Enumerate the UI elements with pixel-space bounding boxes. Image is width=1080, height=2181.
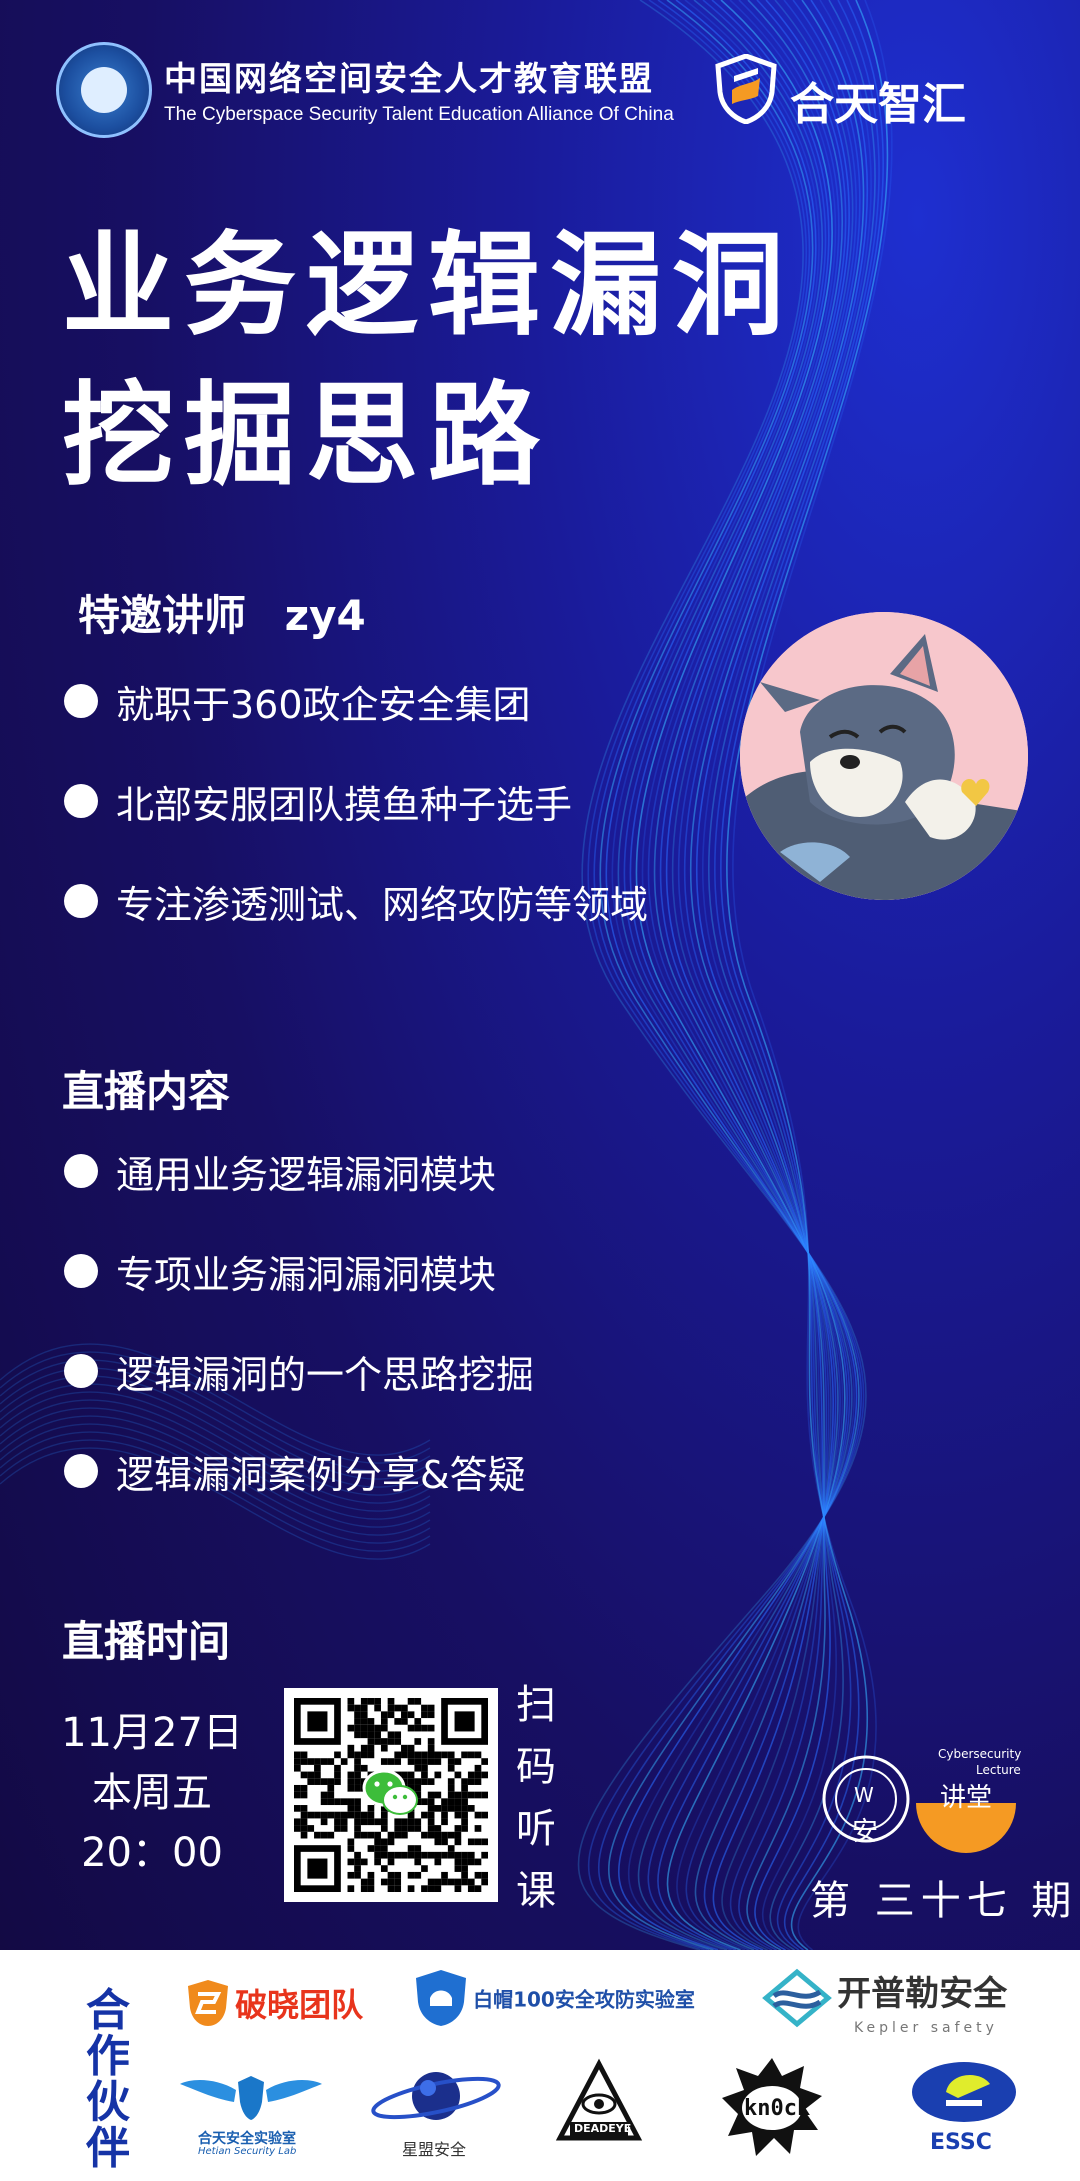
content-bullet-text: 专项业务漏洞漏洞模块	[116, 1253, 497, 1297]
deadeye-name: DEADEYE	[574, 2122, 632, 2135]
wechat-icon	[362, 1769, 418, 1815]
kaipule-icon	[762, 1968, 832, 2028]
bullet-dot-icon	[64, 684, 98, 718]
scan-char-3: 听	[516, 1806, 556, 1852]
schedule-date: 11月27日	[61, 1710, 243, 1756]
poxiao-shield-icon	[188, 1980, 228, 2026]
alliance-emblem-icon	[56, 42, 152, 138]
bullet-dot-icon	[64, 1454, 98, 1488]
lecture-en-2: Lecture	[976, 1763, 1021, 1777]
header: 中国网络空间安全人才教育联盟 The Cyberspace Security T…	[56, 40, 1036, 140]
alliance-name-en: The Cyberspace Security Talent Education…	[164, 104, 674, 125]
partners-char: 作	[86, 2031, 130, 2082]
poxiao-name: 破晓团队	[235, 1986, 364, 2024]
qr-code[interactable]	[284, 1688, 498, 1902]
lecture-w: W	[854, 1783, 874, 1807]
partner-baimao: 白帽100安全攻防实验室	[414, 1968, 695, 2030]
bullet-dot-icon	[64, 784, 98, 818]
content-heading: 直播内容	[62, 1067, 231, 1116]
essc-globe-icon	[912, 2062, 1016, 2122]
schedule-weekday: 本周五	[92, 1770, 212, 1816]
partner-deadeye: DEADEYE	[554, 2058, 644, 2158]
partners-char: 伙	[86, 2077, 130, 2128]
cartoon-cat-icon	[740, 612, 1028, 900]
speaker-bullet-text: 北部安服团队摸鱼种子选手	[116, 783, 573, 827]
xingmeng-name: 星盟安全	[402, 2140, 467, 2159]
baimao-shield-icon	[416, 1970, 466, 2026]
speaker-avatar	[740, 612, 1028, 900]
partner-hetian-lab: 合天安全实验室 Hetian Security Lab	[176, 2068, 326, 2164]
speaker-heading: 特邀讲师 zy4	[78, 582, 366, 643]
hetian-lab-name: 合天安全实验室	[198, 2131, 296, 2147]
alliance-name-cn: 中国网络空间安全人才教育联盟	[164, 59, 654, 98]
issue-number: 第 三十七 期	[810, 1878, 1078, 1924]
xingmeng-planet-icon	[371, 2072, 501, 2120]
speaker-bullet-text: 专注渗透测试、网络攻防等领域	[116, 883, 649, 927]
content-bullet-text: 通用业务逻辑漏洞模块	[116, 1153, 497, 1197]
content-bullet-text: 逻辑漏洞的一个思路挖掘	[116, 1353, 535, 1397]
bullet-dot-icon	[64, 1154, 98, 1188]
brand-name: 合天智汇	[790, 79, 966, 130]
partners-char: 伴	[86, 2123, 130, 2174]
baimao-name: 白帽100安全攻防实验室	[473, 1987, 695, 2012]
scan-char-4: 课	[516, 1868, 556, 1914]
knock-name: kn0ck	[744, 2096, 811, 2121]
lecture-logo: W 安 Cybersecurity Lecture 讲堂	[820, 1745, 1022, 1855]
scan-char-2: 码	[516, 1744, 556, 1790]
shield-icon	[715, 54, 777, 124]
content-bullet-text: 逻辑漏洞案例分享&答疑	[116, 1453, 526, 1497]
hetian-lab-name-en: Hetian Security Lab	[198, 2146, 297, 2157]
schedule-time: 20：00	[81, 1830, 223, 1876]
lecture-an: 安	[852, 1817, 879, 1847]
bullet-dot-icon	[64, 884, 98, 918]
essc-name: ESSC	[930, 2130, 992, 2155]
partner-essc: ESSC	[910, 2060, 1018, 2160]
poster: 中国网络空间安全人才教育联盟 The Cyberspace Security T…	[0, 0, 1080, 2181]
schedule-heading: 直播时间	[62, 1617, 231, 1666]
hetian-lab-wings-icon	[180, 2076, 322, 2120]
bullet-dot-icon	[64, 1254, 98, 1288]
speaker-name: zy4	[284, 591, 366, 640]
lecture-en-1: Cybersecurity	[938, 1747, 1022, 1761]
partner-knock: kn0ck	[720, 2056, 824, 2160]
scan-char-1: 扫	[516, 1682, 556, 1728]
kaipule-name-en: Kepler safety	[854, 2020, 998, 2036]
partners-bar: 合 作 伙 伴 破晓团队 白帽100安全攻防实验室 开普勒安全 Kepler s…	[0, 1950, 1080, 2181]
bullet-dot-icon	[64, 1354, 98, 1388]
lecture-cn: 讲堂	[940, 1783, 993, 1813]
partners-label: 合 作 伙 伴	[86, 1988, 130, 2172]
partner-xingmeng: 星盟安全	[368, 2062, 504, 2162]
partners-char: 合	[86, 1985, 130, 2036]
partner-kaipule: 开普勒安全 Kepler safety	[762, 1968, 1007, 2038]
title-line-1: 业务逻辑漏洞	[62, 221, 794, 351]
speaker-bullet-text: 就职于360政企安全集团	[116, 683, 531, 727]
kaipule-name: 开普勒安全	[837, 1973, 1008, 2014]
speaker-heading-label: 特邀讲师	[78, 591, 247, 640]
partner-poxiao: 破晓团队	[186, 1978, 363, 2032]
title-line-2: 挖掘思路	[62, 371, 550, 501]
